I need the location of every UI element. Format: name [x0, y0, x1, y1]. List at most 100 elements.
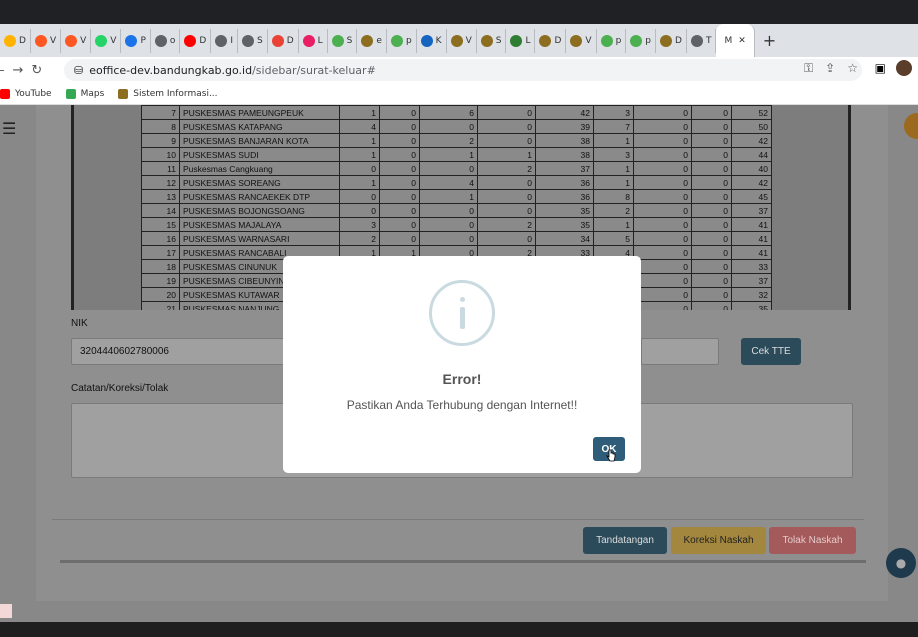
sidebar-toggle-icon[interactable]: ▣ [875, 61, 886, 75]
bookmark-label: YouTube [15, 88, 52, 99]
tab-favicon-icon [690, 34, 703, 47]
browser-tab[interactable]: V [447, 28, 477, 53]
table-cell: 39 [535, 119, 594, 134]
bookmark-item[interactable]: YouTube [0, 88, 52, 99]
table-cell: 0 [379, 231, 420, 246]
bookmark-label: Maps [80, 88, 105, 99]
error-dialog: Error! Pastikan Anda Terhubung dengan In… [283, 256, 641, 473]
table-cell: 0 [633, 245, 692, 260]
tab-favicon-icon [215, 34, 228, 47]
browser-tab[interactable]: D [180, 28, 212, 53]
bookmark-item[interactable]: Sistem Informasi... [118, 88, 218, 99]
browser-tab[interactable]: V [61, 28, 92, 53]
table-cell: 7 [141, 105, 180, 120]
browser-tab[interactable]: V [91, 28, 122, 53]
browser-tab[interactable]: V [31, 28, 62, 53]
browser-tab[interactable]: D [656, 28, 687, 53]
profile-avatar[interactable] [896, 60, 912, 76]
table-cell: 2 [477, 161, 536, 176]
url-bar[interactable]: ⛁ eoffice-dev.bandungkab.go.id/sidebar/s… [64, 59, 862, 81]
table-row: 13 PUSKESMAS RANCAEKEK DTP 0 0 1 0 36 8 0 0 45 [141, 189, 772, 204]
browser-tab[interactable]: p [626, 28, 657, 53]
key-icon[interactable]: ⚿ [804, 61, 813, 76]
user-avatar[interactable] [904, 113, 918, 139]
tolak-naskah-button[interactable]: Tolak Naskah [769, 527, 856, 554]
table-cell: 0 [633, 147, 692, 162]
table-cell: 0 [633, 301, 692, 310]
table-cell: PUSKESMAS PAMEUNGPEUK [179, 105, 340, 120]
site-info-icon[interactable]: ⛁ [74, 64, 83, 77]
bookmark-item[interactable]: Maps [65, 88, 105, 99]
share-icon[interactable]: ⇪ [825, 61, 835, 76]
table-cell: 19 [141, 273, 180, 288]
new-tab-button[interactable]: + [763, 31, 776, 50]
table-cell: 0 [379, 105, 420, 120]
tab-label: V [49, 35, 57, 46]
table-cell: 11 [141, 161, 180, 176]
tab-favicon-icon [242, 34, 254, 47]
browser-tab[interactable]: S [477, 28, 507, 53]
floating-action-button[interactable]: ● [886, 548, 916, 578]
menu-icon[interactable]: ☰ [2, 119, 16, 138]
table-cell: 0 [633, 217, 692, 232]
active-tab[interactable]: M ✕ [716, 24, 755, 57]
browser-tab[interactable]: S [238, 28, 268, 53]
table-cell: 33 [731, 259, 772, 274]
tab-label: o [169, 35, 176, 46]
browser-tab[interactable]: p [387, 28, 417, 53]
browser-tab[interactable]: D [268, 28, 299, 53]
table-cell: 2 [593, 203, 634, 218]
browser-tab[interactable]: I [211, 28, 238, 53]
table-cell: 0 [691, 105, 732, 120]
browser-tab[interactable]: L [506, 28, 536, 53]
back-icon[interactable]: – [0, 63, 5, 78]
table-cell: 0 [633, 287, 692, 302]
forward-icon[interactable]: → [13, 63, 24, 78]
nik-field-tail [641, 338, 719, 365]
bookmark-star-icon[interactable]: ☆ [847, 61, 858, 76]
browser-tab[interactable]: T [687, 28, 717, 53]
browser-tab-strip: D V V V Po D I S D L Se p K V S L D Vp p D T M ✕ + [0, 24, 918, 57]
browser-tab[interactable]: p [597, 28, 627, 53]
tab-favicon-icon [361, 34, 374, 47]
cek-tte-button[interactable]: Cek TTE [741, 338, 801, 365]
tab-favicon-icon [570, 34, 583, 47]
table-cell: 0 [477, 175, 536, 190]
tab-favicon-icon [154, 34, 167, 47]
browser-tab[interactable]: V [566, 28, 597, 53]
browser-tab[interactable]: S [328, 28, 358, 53]
url-host: eoffice-dev.bandungkab.go.id [89, 63, 253, 77]
tandatangan-button[interactable]: Tandatangan [583, 527, 667, 554]
tab-favicon-icon [630, 34, 643, 47]
table-cell: 0 [379, 161, 420, 176]
table-cell: 12 [141, 175, 180, 190]
browser-tab[interactable]: L [299, 28, 328, 53]
browser-tab[interactable]: o [151, 28, 181, 53]
tab-favicon-icon [4, 34, 16, 47]
table-cell: 0 [691, 119, 732, 134]
browser-tab[interactable]: P [121, 28, 151, 53]
browser-tab[interactable]: D [0, 28, 31, 53]
nik-field[interactable]: 3204440602780006 [71, 338, 285, 365]
table-cell: PUSKESMAS WARNASARI [179, 231, 340, 246]
table-cell: PUSKESMAS SOREANG [179, 175, 340, 190]
table-cell: 0 [691, 203, 732, 218]
table-cell: 37 [535, 161, 594, 176]
koreksi-naskah-button[interactable]: Koreksi Naskah [671, 527, 766, 554]
browser-tab[interactable]: D [535, 28, 567, 53]
tab-label: S [257, 35, 263, 46]
taskbar-app-icon[interactable] [0, 604, 12, 618]
dialog-title: Error! [442, 371, 482, 387]
browser-tab[interactable]: K [417, 28, 447, 53]
tab-label: p [645, 35, 652, 46]
footer-scroll-line [60, 560, 866, 563]
table-cell: 0 [379, 189, 420, 204]
table-cell: 0 [691, 259, 732, 274]
close-tab-icon[interactable]: ✕ [738, 36, 746, 46]
tab-favicon-icon [510, 34, 523, 47]
table-cell: 34 [535, 231, 594, 246]
table-cell: 1 [419, 147, 478, 162]
table-cell: 0 [419, 119, 478, 134]
reload-icon[interactable]: ↻ [31, 63, 42, 78]
browser-tab[interactable]: e [357, 28, 387, 53]
